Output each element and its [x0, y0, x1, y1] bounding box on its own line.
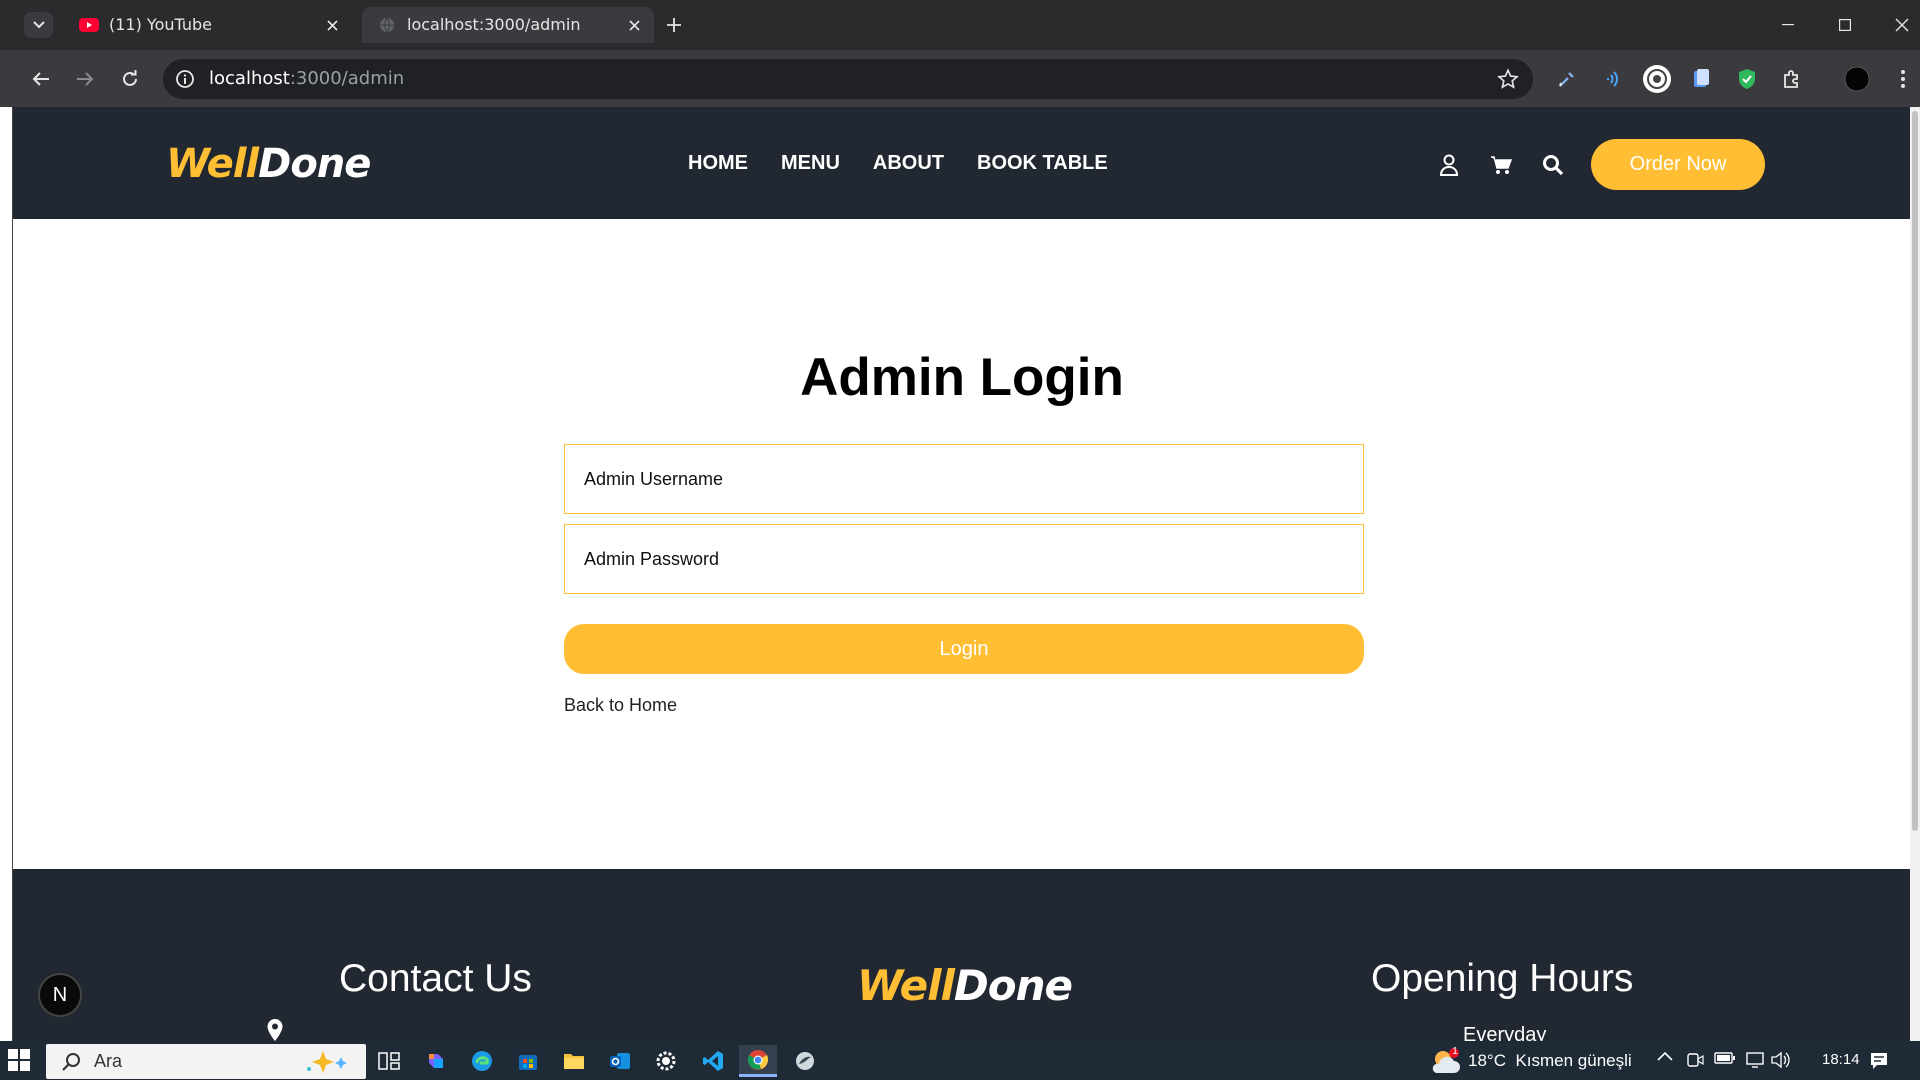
- outlook-icon[interactable]: [601, 1045, 639, 1077]
- arrow-right-icon: [77, 72, 94, 86]
- admin-password-input[interactable]: [564, 524, 1364, 594]
- file-explorer-icon[interactable]: [555, 1045, 593, 1077]
- audio-extension-icon[interactable]: [1594, 62, 1628, 96]
- globe-icon: [380, 17, 394, 33]
- tab-title: (11) YouTube: [109, 15, 212, 34]
- back-button[interactable]: [24, 62, 58, 96]
- user-icon[interactable]: [1435, 151, 1463, 179]
- edge-browser-icon[interactable]: [463, 1045, 501, 1077]
- search-icon[interactable]: [1539, 151, 1567, 179]
- page-viewport: WellDone HOME MENU ABOUT BOOK TABLE Orde…: [12, 107, 1910, 1041]
- close-icon: [1895, 18, 1909, 32]
- weather-temp: 18°C: [1468, 1051, 1506, 1070]
- extension-circle-icon[interactable]: [1640, 62, 1674, 96]
- tab-youtube[interactable]: (11) YouTube: [64, 7, 352, 43]
- tab-search-button[interactable]: [24, 12, 53, 38]
- site-info-icon[interactable]: [175, 69, 195, 89]
- app-icon[interactable]: [786, 1045, 824, 1077]
- taskbar: Ara 1 18°C Kısmen güneşli 18:14: [0, 1041, 1920, 1080]
- plus-icon: [667, 18, 681, 32]
- main-nav: HOME MENU ABOUT BOOK TABLE: [688, 152, 1108, 175]
- close-icon[interactable]: [322, 15, 342, 35]
- search-icon: [62, 1053, 80, 1071]
- arrow-left-icon: [32, 72, 49, 86]
- docs-extension-icon[interactable]: [1684, 62, 1718, 96]
- youtube-icon: [79, 18, 99, 32]
- microsoft-store-icon[interactable]: [509, 1045, 547, 1077]
- opening-hours-heading: Opening Hours: [1371, 957, 1634, 1000]
- shield-extension-icon[interactable]: [1730, 62, 1764, 96]
- reload-button[interactable]: [113, 62, 147, 96]
- task-view-icon[interactable]: [370, 1045, 408, 1077]
- weather-description: Kısmen güneşli: [1515, 1051, 1632, 1070]
- chevron-up-icon[interactable]: [1657, 1051, 1673, 1061]
- chrome-icon[interactable]: [739, 1045, 777, 1077]
- eyedropper-extension-icon[interactable]: [1550, 62, 1584, 96]
- logo-part-well: Well: [166, 141, 259, 187]
- url-text: localhost:3000/admin: [209, 68, 404, 89]
- weather-widget[interactable]: 1 18°C Kısmen güneşli: [1428, 1045, 1668, 1077]
- location-pin-icon: [267, 1019, 283, 1041]
- gear-app-icon[interactable]: [647, 1045, 685, 1077]
- login-button[interactable]: Login: [564, 624, 1364, 674]
- notifications-icon[interactable]: [1869, 1051, 1889, 1071]
- admin-username-input[interactable]: [564, 444, 1364, 514]
- minimize-icon: [1782, 24, 1794, 26]
- contact-us-heading: Contact Us: [339, 957, 532, 1000]
- site-footer: Contact Us WellDone Opening Hours Everyd…: [13, 869, 1910, 1041]
- puzzle-extensions-icon[interactable]: [1775, 62, 1809, 96]
- maximize-button[interactable]: [1817, 0, 1873, 50]
- nav-menu[interactable]: MENU: [781, 152, 840, 175]
- copilot-icon[interactable]: [417, 1045, 455, 1077]
- reload-icon: [123, 70, 137, 86]
- bookmark-star-icon[interactable]: [1497, 68, 1519, 90]
- logo-part-well: Well: [857, 961, 955, 1010]
- browser-tab-strip: (11) YouTube localhost:3000/admin: [0, 0, 1920, 50]
- nav-about[interactable]: ABOUT: [873, 152, 944, 175]
- meet-now-icon[interactable]: [1686, 1051, 1704, 1069]
- site-header: WellDone HOME MENU ABOUT BOOK TABLE Orde…: [13, 107, 1910, 219]
- maximize-icon: [1839, 19, 1851, 31]
- volume-icon[interactable]: [1770, 1051, 1790, 1069]
- url-path: :3000/admin: [289, 68, 405, 89]
- nav-home[interactable]: HOME: [688, 152, 748, 175]
- new-tab-button[interactable]: [660, 12, 688, 38]
- url-host: localhost: [209, 68, 290, 89]
- page-scrollbar[interactable]: [1910, 107, 1920, 1041]
- site-logo[interactable]: WellDone: [166, 141, 371, 187]
- scrollbar-thumb[interactable]: [1912, 111, 1918, 831]
- taskbar-clock[interactable]: 18:14: [1822, 1051, 1860, 1068]
- opening-hours-day: Everyday: [1463, 1024, 1547, 1041]
- taskbar-search-placeholder: Ara: [94, 1051, 123, 1071]
- browser-toolbar: localhost:3000/admin: [0, 50, 1920, 107]
- logo-part-done: Done: [258, 141, 371, 187]
- page-title: Admin Login: [800, 348, 1124, 407]
- vscode-icon[interactable]: [694, 1045, 732, 1077]
- battery-icon[interactable]: [1714, 1051, 1736, 1065]
- address-bar[interactable]: localhost:3000/admin: [163, 59, 1533, 99]
- minimize-button[interactable]: [1760, 0, 1816, 50]
- order-now-button[interactable]: Order Now: [1591, 139, 1765, 190]
- footer-logo[interactable]: WellDone: [857, 961, 1073, 1010]
- back-to-home-link[interactable]: Back to Home: [564, 695, 677, 716]
- nextjs-dev-badge[interactable]: N: [38, 973, 82, 1017]
- profile-avatar-icon[interactable]: [1840, 62, 1874, 96]
- logo-part-done: Done: [953, 961, 1073, 1010]
- network-icon[interactable]: [1746, 1051, 1766, 1069]
- forward-button[interactable]: [68, 62, 102, 96]
- weather-text: 18°C Kısmen güneşli: [1468, 1051, 1632, 1071]
- taskbar-search-box[interactable]: Ara: [46, 1044, 366, 1079]
- tab-title: localhost:3000/admin: [407, 15, 581, 34]
- cart-icon[interactable]: [1487, 151, 1515, 179]
- nav-book-table[interactable]: BOOK TABLE: [977, 152, 1108, 175]
- close-icon[interactable]: [624, 15, 644, 35]
- browser-menu-icon[interactable]: [1886, 62, 1920, 96]
- windows-start-icon[interactable]: [8, 1049, 30, 1071]
- sparkle-icon: [307, 1051, 347, 1073]
- tab-admin[interactable]: localhost:3000/admin: [362, 7, 654, 43]
- close-window-button[interactable]: [1874, 0, 1920, 50]
- weather-alert-count: 1: [1452, 1046, 1458, 1057]
- chevron-down-icon: [32, 21, 45, 29]
